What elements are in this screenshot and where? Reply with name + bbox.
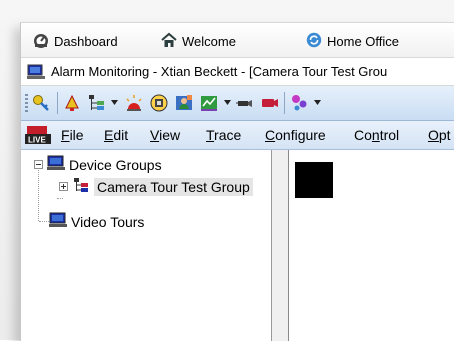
menu-text: ile [69,127,84,143]
toolbar-grip[interactable] [25,94,28,112]
menu-trace[interactable]: Trace [206,127,241,143]
menu-control[interactable]: Control [354,127,399,143]
tree-item-device-groups[interactable]: Device Groups [34,155,162,174]
window-title: Alarm Monitoring - Xtian Beckett - [Came… [51,64,388,79]
dashboard-icon [33,32,49,51]
alarm-light-icon[interactable] [123,92,145,114]
home-icon [161,32,177,51]
pane-splitter[interactable] [272,150,289,341]
tree-item-camera-tour-test-group[interactable]: Camera Tour Test Group [59,177,253,196]
expand-toggle[interactable] [59,182,68,191]
app-window: Dashboard Welcome Home Office Alarm Moni… [20,22,454,341]
collapse-toggle[interactable] [34,160,43,169]
dropdown-arrow-icon[interactable] [314,100,321,105]
live-icon[interactable]: LIVE [25,125,51,148]
mnemonic: E [104,127,114,143]
dropdown-arrow-icon[interactable] [111,100,118,105]
cardholder-icon[interactable] [173,92,195,114]
menu-configure[interactable]: Configure [265,127,326,143]
tree-item-video-tours[interactable]: Video Tours [49,212,144,231]
camera-device-icon[interactable] [234,92,256,114]
signal-dots-icon[interactable] [289,92,311,114]
mnemonic: n [371,127,380,143]
dropdown-arrow-icon[interactable] [224,100,231,105]
mnemonic: F [61,127,70,143]
top-nav-bar: Dashboard Welcome Home Office [21,23,454,58]
menu-text: Co [354,127,372,143]
nav-dashboard[interactable]: Dashboard [33,32,118,50]
tree-line [38,168,39,221]
svg-text:LIVE: LIVE [28,136,46,145]
menu-bar: LIVE File Edit View Trace Configure Cont… [21,121,454,150]
graph-chart-icon[interactable] [198,92,220,114]
main-toolbar [21,86,454,121]
alarm-bell-icon[interactable] [61,92,83,114]
menu-edit[interactable]: Edit [104,127,128,143]
menu-text: trol [379,127,400,143]
network-group-icon [72,177,90,196]
menu-view[interactable]: View [150,127,180,143]
nav-welcome[interactable]: Welcome [161,32,236,50]
tree-label: Video Tours [71,213,145,230]
screenshot-frame: Dashboard Welcome Home Office Alarm Moni… [0,0,454,341]
menu-options[interactable]: Opt [428,127,451,143]
toolbar-separator [284,92,285,114]
window-titlebar: Alarm Monitoring - Xtian Beckett - [Came… [21,58,454,86]
tree-line [57,198,63,199]
tree-label: Device Groups [69,156,162,173]
content-pane [289,150,454,341]
sync-icon [306,32,322,51]
video-thumbnail[interactable] [295,162,333,198]
menu-text: onfigure [275,127,326,143]
tree-label: Camera Tour Test Group [94,177,253,196]
mnemonic: T [206,127,215,143]
menu-file[interactable]: File [61,127,84,143]
menu-text: iew [159,127,181,143]
nav-label: Home Office [327,33,400,49]
menu-text: race [214,127,242,143]
key-icon[interactable] [31,92,53,114]
mnemonic: C [265,127,276,143]
app-monitor-icon [27,64,45,80]
tree-line [39,221,49,222]
device-tree-pane: Device Groups Camera Tour Test Group Vid… [21,150,272,341]
hierarchy-icon[interactable] [86,92,108,114]
monitor-icon [49,212,67,231]
mnemonic: V [150,127,160,143]
nav-label: Welcome [182,33,236,49]
menu-text: dit [113,127,129,143]
badge-reader-icon[interactable] [148,92,170,114]
video-camera-icon[interactable] [259,92,281,114]
monitor-icon [47,155,65,174]
nav-label: Dashboard [54,33,118,49]
toolbar-separator [57,92,58,114]
mnemonic: O [428,127,439,143]
menu-text: pt [438,127,451,143]
nav-home-office[interactable]: Home Office [306,32,399,50]
